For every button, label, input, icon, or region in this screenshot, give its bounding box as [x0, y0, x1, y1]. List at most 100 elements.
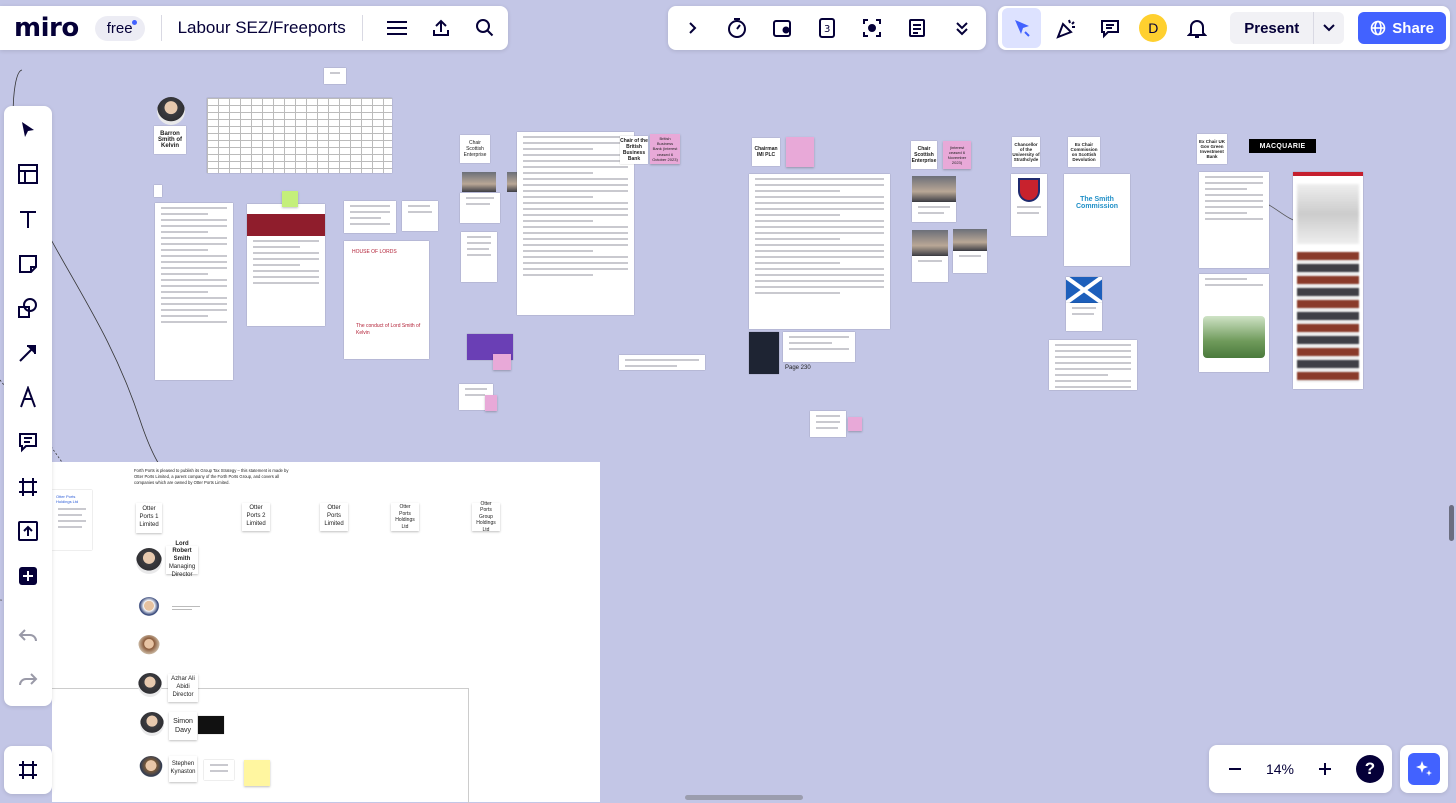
entity-card[interactable]: Otter Ports 2 Limited — [242, 503, 270, 531]
document-thumbnail[interactable] — [1066, 303, 1102, 331]
document-thumbnail[interactable] — [912, 202, 956, 222]
help-button[interactable]: ? — [1355, 755, 1384, 783]
ai-assist-button[interactable] — [1400, 745, 1448, 793]
voting-icon[interactable] — [764, 10, 800, 46]
role-note[interactable]: Chairman IMI PLC — [752, 138, 780, 166]
zoom-out-button[interactable] — [1217, 751, 1253, 787]
text-snippet[interactable] — [619, 355, 705, 370]
redo-icon[interactable] — [10, 661, 46, 697]
more-tools-icon[interactable] — [10, 558, 46, 594]
document-thumbnail[interactable] — [324, 68, 346, 84]
crest-card[interactable] — [1011, 174, 1047, 236]
report-cover[interactable]: The Smith Commission — [1064, 174, 1130, 266]
templates-icon[interactable] — [10, 157, 46, 193]
person-card[interactable]: Lord Robert Smith Managing Director — [166, 541, 198, 578]
sticky-note[interactable]: British Business Bank (interest ceased 6… — [650, 134, 680, 164]
double-chevron-down-icon[interactable] — [944, 10, 980, 46]
entity-card[interactable]: Otter Ports Group Holdings Ltd — [472, 501, 500, 533]
comment-tool-icon[interactable] — [10, 424, 46, 460]
document-thumbnail[interactable] — [461, 232, 497, 282]
plan-badge[interactable]: free — [94, 15, 145, 41]
text-snippet[interactable] — [1049, 340, 1137, 390]
comment-icon[interactable] — [1092, 10, 1127, 46]
document-thumbnail[interactable] — [344, 201, 396, 233]
horizontal-scrollbar[interactable] — [685, 795, 803, 800]
role-note[interactable]: Ex Chair UK Gov Green Investment Bank — [1197, 134, 1227, 164]
connection-line-icon[interactable] — [10, 335, 46, 371]
menu-icon[interactable] — [379, 10, 415, 46]
vertical-scrollbar[interactable] — [1449, 505, 1454, 541]
role-note[interactable]: Chancellor of the University of Strathcl… — [1012, 137, 1040, 167]
person-card[interactable]: Simon Davy — [169, 712, 197, 740]
sticky-note[interactable]: (interest ceased 6 November 2023) — [943, 141, 971, 169]
chevron-down-icon[interactable] — [1313, 12, 1344, 44]
notes-icon[interactable] — [899, 10, 935, 46]
reactions-icon[interactable] — [1049, 10, 1084, 46]
frame-statement: Forth Ports is pleased to publish its Gr… — [134, 468, 289, 485]
website-screenshot[interactable] — [1199, 172, 1269, 268]
shapes-icon[interactable] — [10, 290, 46, 326]
select-tool-icon[interactable] — [10, 112, 46, 148]
present-button[interactable]: Present — [1230, 12, 1345, 44]
share-button[interactable]: Share — [1358, 12, 1446, 44]
bell-icon[interactable] — [1179, 10, 1214, 46]
miro-logo[interactable]: miro — [14, 13, 79, 43]
role-note[interactable]: Chair Scottish Enterprise — [460, 135, 490, 163]
entity-card[interactable]: Otter Ports Limited — [320, 503, 348, 531]
countdown-icon[interactable]: 3 — [809, 10, 845, 46]
entity-card[interactable]: Otter Ports 1 Limited — [136, 503, 162, 533]
person-card[interactable]: Azhar Ali Abidi Director — [168, 674, 198, 702]
document-thumbnail[interactable] — [749, 174, 890, 329]
macquarie-logo[interactable]: MACQUARIE — [1249, 139, 1316, 153]
sticky-note[interactable] — [786, 137, 814, 167]
text-snippet[interactable] — [810, 411, 846, 437]
user-avatar[interactable]: D — [1136, 10, 1171, 46]
cursor-select-icon[interactable] — [1002, 8, 1042, 48]
sticky-note[interactable] — [485, 395, 497, 411]
flag-image[interactable] — [1066, 277, 1102, 303]
website-screenshot[interactable] — [247, 204, 325, 326]
document-table[interactable] — [207, 98, 392, 173]
zoom-level[interactable]: 14% — [1266, 761, 1294, 777]
pen-icon[interactable] — [10, 380, 46, 416]
website-screenshot[interactable] — [1293, 172, 1363, 389]
document-thumbnail[interactable] — [783, 332, 855, 362]
document-thumbnail[interactable] — [517, 132, 634, 315]
zoom-in-button[interactable] — [1307, 751, 1343, 787]
sticky-note[interactable] — [282, 191, 298, 207]
frame-tool-icon[interactable] — [10, 469, 46, 505]
person-card[interactable]: Stephen Kynaston — [169, 756, 197, 782]
person-label[interactable]: Barron Smith of Kelvin — [154, 126, 186, 154]
sticky-note-icon[interactable] — [10, 246, 46, 282]
frames-panel-button[interactable] — [4, 746, 52, 794]
upload-icon[interactable] — [10, 513, 46, 549]
text-tool-icon[interactable] — [10, 201, 46, 237]
document-thumbnail[interactable] — [402, 201, 438, 231]
board-title[interactable]: Labour SEZ/Freeports — [178, 18, 346, 38]
undo-icon[interactable] — [10, 617, 46, 653]
chevron-right-icon[interactable] — [674, 10, 710, 46]
document-thumbnail[interactable] — [953, 251, 987, 273]
document-thumbnail[interactable] — [155, 203, 233, 380]
document-thumbnail[interactable] — [154, 185, 162, 197]
document-thumbnail[interactable] — [204, 760, 234, 780]
role-note[interactable]: Chair of the British Business Bank — [620, 136, 648, 164]
document-thumbnail[interactable] — [912, 256, 948, 282]
report-cover[interactable]: HOUSE OF LORDS The conduct of Lord Smith… — [344, 241, 429, 359]
sticky-note[interactable] — [244, 760, 270, 786]
role-note[interactable]: Chair Scottish Enterprise — [911, 141, 937, 169]
report-cover[interactable] — [1199, 274, 1269, 372]
video-thumbnail[interactable] — [198, 716, 224, 734]
board-canvas[interactable]: Barron Smith of Kelvin HOUSE OF LORDS Th… — [0, 0, 1456, 803]
timer-icon[interactable] — [719, 10, 755, 46]
document-thumbnail[interactable] — [460, 193, 500, 223]
brochure-cover[interactable] — [749, 332, 779, 374]
focus-icon[interactable] — [854, 10, 890, 46]
sticky-note[interactable] — [493, 354, 511, 370]
search-icon[interactable] — [467, 10, 503, 46]
role-note[interactable]: Ex Chair Commission on Scottish Devoluti… — [1068, 137, 1100, 167]
document-thumbnail[interactable]: Otter Ports Holdings Ltd — [52, 490, 92, 550]
entity-card[interactable]: Otter Ports Holdings Ltd — [391, 503, 419, 531]
sticky-note[interactable] — [848, 417, 862, 431]
export-icon[interactable] — [423, 10, 459, 46]
